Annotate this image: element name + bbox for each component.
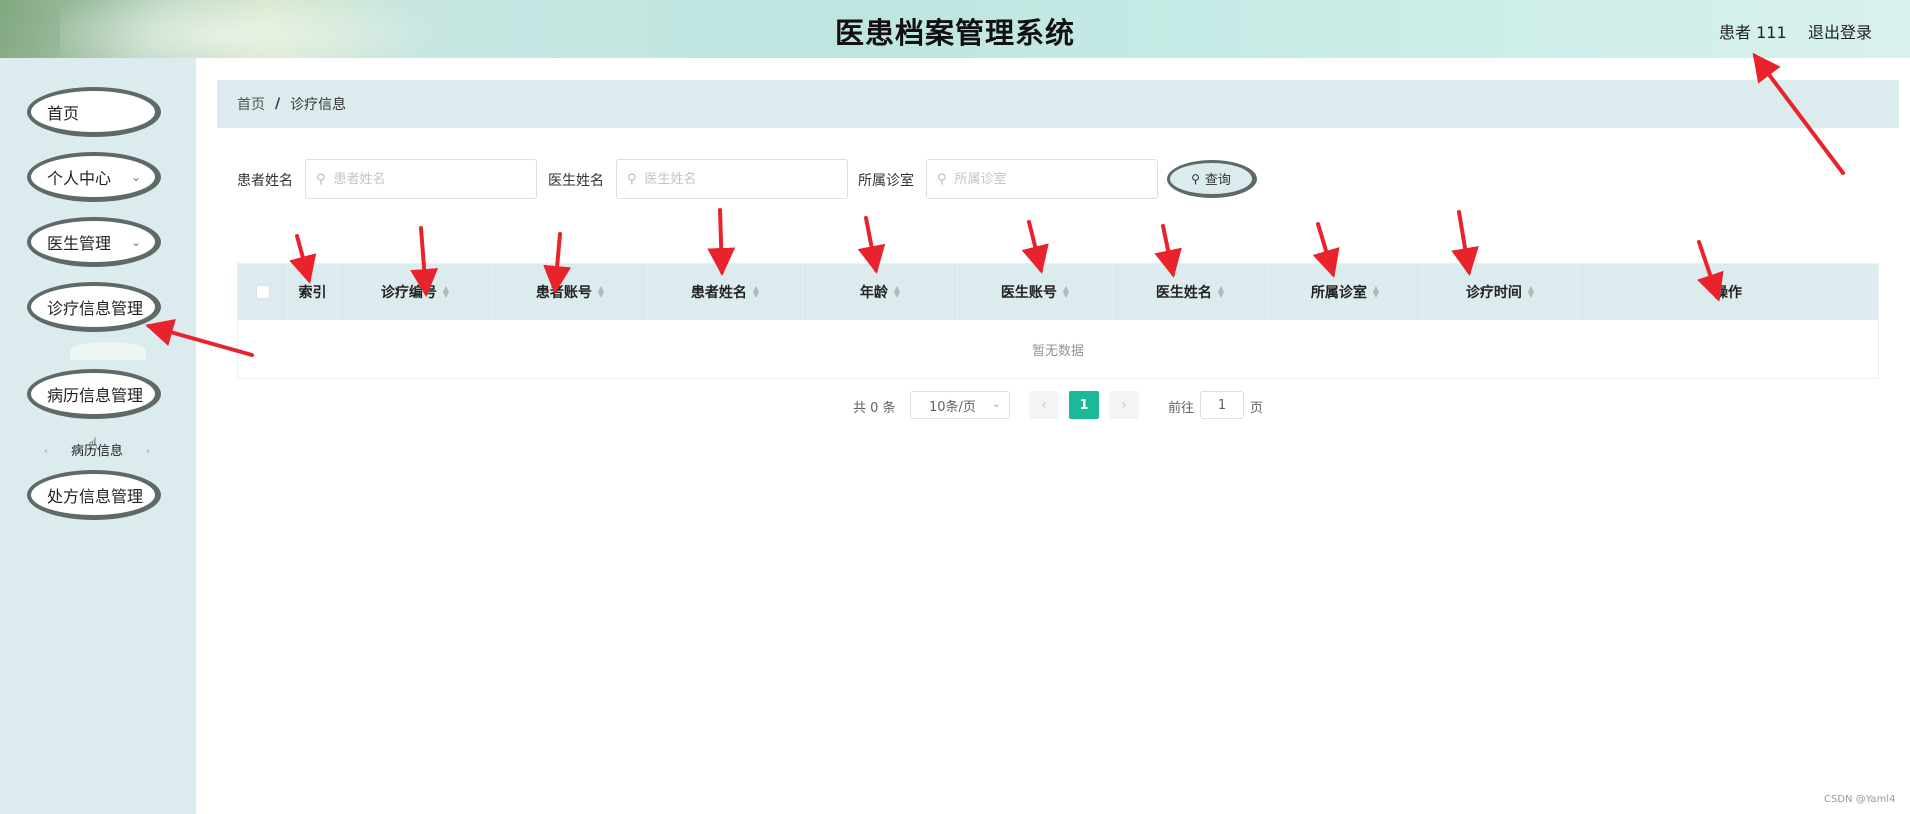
column-header-label: 患者姓名	[690, 285, 747, 301]
column-header-label: 诊疗时间	[1465, 285, 1522, 301]
sidebar-item-label: 处方信息管理	[47, 486, 144, 506]
doctor-name-input[interactable]	[642, 170, 827, 188]
column-header-diagnosis-no[interactable]: 诊疗编号 ▲ ▼	[338, 264, 493, 320]
doctor-name-label: 医生姓名	[548, 173, 604, 189]
sidebar-item-doctor-management[interactable]: 医生管理 ⌄	[27, 217, 161, 267]
sort-icon[interactable]: ▲ ▼	[894, 285, 900, 299]
sidebar-item-label: 医生管理	[47, 233, 112, 253]
column-header-label: 诊疗编号	[380, 285, 437, 301]
sidebar-item-personal-center[interactable]: 个人中心 ⌄	[27, 152, 161, 202]
next-page-button[interactable]: ›	[1109, 391, 1139, 419]
pagination-unit-label: 页	[1250, 401, 1264, 416]
sidebar: 首页 个人中心 ⌄ 医生管理 ⌄ 诊疗信息管理 病历信息管理 处方信息管理	[0, 58, 196, 814]
search-icon: ⚲	[1191, 171, 1200, 186]
clinic-room-field[interactable]: ⚲	[926, 159, 1158, 199]
chevron-down-icon: ⌄	[991, 397, 1001, 410]
sort-icon[interactable]: ▲ ▼	[753, 285, 759, 299]
pagination-total: 共 0 条	[853, 401, 896, 416]
search-icon: ⚲	[937, 171, 947, 187]
column-header-diagnosis-time[interactable]: 诊疗时间 ▲ ▼	[1423, 264, 1578, 320]
page-jump-input[interactable]	[1200, 391, 1244, 419]
column-header-actions: 操作	[1578, 264, 1878, 320]
sidebar-item-prescription-management[interactable]: 处方信息管理	[27, 470, 161, 520]
patient-name-field[interactable]: ⚲	[305, 159, 537, 199]
header-bar: 医患档案管理系统 患者 111 退出登录	[0, 0, 1910, 58]
clinic-room-label: 所属诊室	[858, 173, 914, 189]
chevron-down-icon: ⌄	[130, 170, 141, 184]
column-header-label: 患者账号	[535, 285, 592, 301]
column-header-label: 医生账号	[1000, 285, 1057, 301]
doctor-name-field[interactable]: ⚲	[616, 159, 848, 199]
column-header-age[interactable]: 年龄 ▲ ▼	[803, 264, 958, 320]
logout-link[interactable]: 退出登录	[1808, 19, 1872, 43]
column-header-label: 操作	[1714, 285, 1742, 301]
breadcrumb-separator: /	[275, 96, 281, 112]
clinic-room-input[interactable]	[952, 170, 1137, 188]
column-header-label: 年龄	[859, 285, 888, 301]
sidebar-item-medical-record-management[interactable]: 病历信息管理	[27, 369, 161, 419]
sort-icon[interactable]: ▲ ▼	[598, 285, 604, 299]
page-size-select[interactable]: 10条/页 ⌄	[910, 391, 1010, 419]
sort-icon[interactable]: ▲ ▼	[1218, 285, 1224, 299]
column-header-label: 索引	[298, 285, 327, 301]
table-empty-message: 暂无数据	[1031, 343, 1084, 359]
page-size-value: 10条/页	[929, 399, 976, 415]
search-icon: ⚲	[316, 171, 326, 187]
select-all-checkbox[interactable]	[255, 285, 270, 299]
sidebar-item-diagnosis-management[interactable]: 诊疗信息管理	[27, 282, 161, 332]
sidebar-item-label: 诊疗信息管理	[47, 298, 144, 318]
sidebar-hover-indicator	[70, 342, 146, 360]
breadcrumb-current: 诊疗信息	[290, 97, 347, 113]
page-number-current[interactable]: 1	[1069, 391, 1099, 419]
column-header-label: 所属诊室	[1310, 285, 1367, 301]
prev-page-button[interactable]: ‹	[1029, 391, 1059, 419]
column-header-index: 索引	[288, 264, 338, 320]
submenu-left-bracket-icon: ‹	[44, 446, 48, 457]
sidebar-item-label: 首页	[47, 103, 80, 123]
pagination-goto-label: 前往	[1168, 401, 1195, 416]
sort-icon[interactable]: ▲ ▼	[1063, 285, 1069, 299]
watermark: CSDN @Yaml4	[1824, 794, 1896, 805]
column-header-doctor-account[interactable]: 医生账号 ▲ ▼	[958, 264, 1113, 320]
column-header-patient-name[interactable]: 患者姓名 ▲ ▼	[648, 264, 803, 320]
table-header: 索引 诊疗编号 ▲ ▼ 患者账号 ▲ ▼ 患者姓名 ▲ ▼ 年龄 ▲ ▼ 医生账号 ▲ ▼…	[238, 264, 1878, 320]
hand-cursor-icon: ☝	[88, 434, 98, 453]
query-button[interactable]: ⚲ 查询	[1167, 160, 1257, 198]
column-header-clinic-room[interactable]: 所属诊室 ▲ ▼	[1268, 264, 1423, 320]
sort-icon[interactable]: ▲ ▼	[1373, 285, 1379, 299]
sort-icon[interactable]: ▲ ▼	[1528, 285, 1534, 299]
sidebar-item-home[interactable]: 首页	[27, 87, 161, 137]
patient-name-input[interactable]	[331, 170, 516, 188]
column-header-patient-account[interactable]: 患者账号 ▲ ▼	[493, 264, 648, 320]
sort-icon[interactable]: ▲ ▼	[443, 285, 449, 299]
breadcrumb-home[interactable]: 首页	[237, 94, 265, 114]
select-all-cell	[238, 264, 288, 320]
column-header-doctor-name[interactable]: 医生姓名 ▲ ▼	[1113, 264, 1268, 320]
chevron-down-icon: ⌄	[130, 235, 141, 249]
patient-name-label: 患者姓名	[237, 173, 293, 189]
sidebar-item-label: 病历信息管理	[47, 385, 144, 405]
current-user: 患者 111	[1719, 23, 1787, 42]
search-icon: ⚲	[627, 171, 637, 187]
query-button-label: 查询	[1204, 173, 1231, 188]
page-title: 医患档案管理系统	[834, 16, 1075, 50]
breadcrumb: 首页 / 诊疗信息	[217, 80, 1899, 128]
sidebar-item-label: 个人中心	[47, 168, 112, 188]
submenu-right-bracket-icon: ›	[146, 446, 150, 457]
column-header-label: 医生姓名	[1155, 285, 1212, 301]
diagnosis-table: 索引 诊疗编号 ▲ ▼ 患者账号 ▲ ▼ 患者姓名 ▲ ▼ 年龄 ▲ ▼ 医生账号 ▲ ▼…	[237, 263, 1879, 379]
chevron-right-icon: ›	[1121, 397, 1127, 413]
chevron-left-icon: ‹	[1041, 397, 1047, 413]
